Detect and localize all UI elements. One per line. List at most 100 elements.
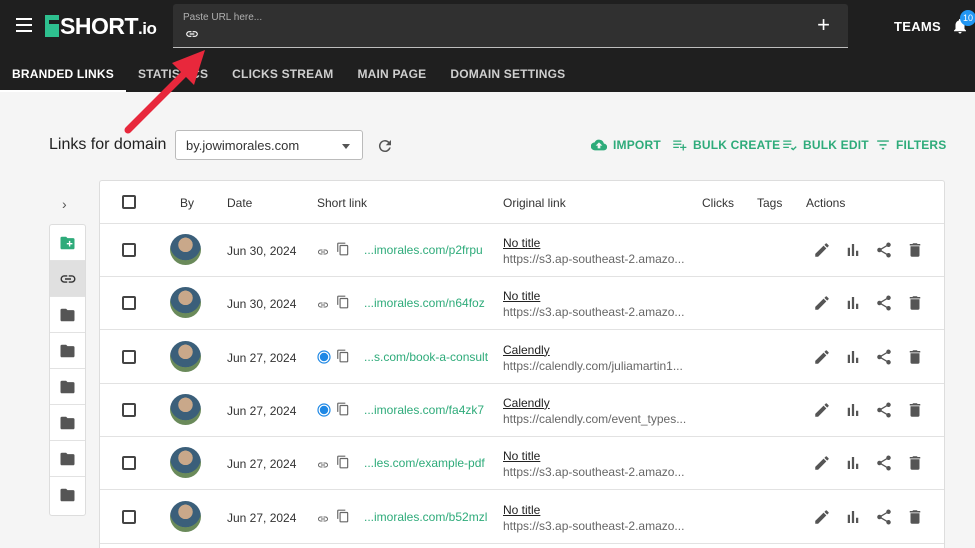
- refresh-icon[interactable]: [376, 137, 394, 155]
- edit-icon[interactable]: [813, 294, 831, 312]
- table-row[interactable]: Jun 30, 2024 ...imorales.com/p2frpu No tit…: [100, 224, 944, 277]
- folder-item[interactable]: [50, 477, 85, 513]
- top-bar: SHORT.io Paste URL here... + TEAMS 10 BR…: [0, 0, 975, 92]
- tab-main-page[interactable]: MAIN PAGE: [345, 56, 438, 92]
- row-actions: [813, 508, 924, 526]
- table-row[interactable]: Jun 27, 2024 ...les.com/example-pdf No tit…: [100, 437, 944, 491]
- bulk-create-button[interactable]: BULK CREATE: [672, 138, 780, 152]
- short-link[interactable]: ...imorales.com/b52mzl: [364, 510, 487, 524]
- share-icon[interactable]: [875, 241, 893, 259]
- row-checkbox[interactable]: [122, 349, 136, 364]
- row-date: Jun 27, 2024: [227, 510, 297, 525]
- short-link[interactable]: ...imorales.com/n64foz: [364, 296, 485, 310]
- edit-icon[interactable]: [813, 348, 831, 366]
- link-icon: [317, 510, 329, 528]
- row-checkbox[interactable]: [122, 296, 136, 311]
- url-input[interactable]: Paste URL here... +: [173, 4, 848, 48]
- import-button[interactable]: IMPORT: [591, 138, 661, 152]
- column-header-date[interactable]: Date: [227, 196, 252, 210]
- original-link-title[interactable]: Calendly: [503, 396, 550, 410]
- link-icon: [186, 31, 198, 37]
- tab-branded-links[interactable]: BRANDED LINKS: [0, 56, 126, 92]
- delete-icon[interactable]: [906, 294, 924, 312]
- delete-icon[interactable]: [906, 508, 924, 526]
- original-link-url: https://calendly.com/event_types...: [503, 411, 687, 426]
- table-row[interactable]: Jun 27, 2024 ...imorales.com/b52mzl No tit…: [100, 491, 944, 544]
- column-header-short-link: Short link: [317, 196, 368, 210]
- domain-select[interactable]: by.jowimorales.com: [175, 130, 363, 160]
- edit-icon[interactable]: [813, 401, 831, 419]
- tab-clicks-stream[interactable]: CLICKS STREAM: [220, 56, 345, 92]
- short-link[interactable]: ...les.com/example-pdf: [364, 456, 485, 470]
- menu-icon[interactable]: [16, 18, 32, 32]
- share-icon[interactable]: [875, 454, 893, 472]
- copy-icon[interactable]: [336, 401, 350, 422]
- original-link-title[interactable]: No title: [503, 449, 540, 463]
- original-link-url: https://s3.ap-southeast-2.amazo...: [503, 252, 685, 266]
- share-icon[interactable]: [875, 348, 893, 366]
- delete-icon[interactable]: [906, 454, 924, 472]
- folder-item[interactable]: [50, 333, 85, 369]
- table-row[interactable]: Jun 27, 2024 ...imorales.com/fa4zk7 Calend…: [100, 384, 944, 437]
- row-date: Jun 30, 2024: [227, 244, 297, 258]
- row-checkbox[interactable]: [122, 509, 136, 524]
- stats-icon[interactable]: [844, 508, 862, 526]
- share-icon[interactable]: [875, 401, 893, 419]
- short-link[interactable]: ...s.com/book-a-consult: [364, 350, 488, 364]
- tab-statistics[interactable]: STATISTICS: [126, 56, 220, 92]
- copy-icon[interactable]: [336, 454, 350, 475]
- original-link-title[interactable]: Calendly: [503, 343, 550, 357]
- folder-item[interactable]: [50, 297, 85, 333]
- stats-icon[interactable]: [844, 348, 862, 366]
- add-link-button[interactable]: +: [817, 14, 830, 36]
- avatar: [170, 287, 201, 319]
- table-row[interactable]: Jun 27, 2024 ...s.com/book-a-consult Calen…: [100, 331, 944, 384]
- share-icon[interactable]: [875, 508, 893, 526]
- new-folder-button[interactable]: [50, 225, 85, 261]
- copy-icon[interactable]: [336, 508, 350, 529]
- original-link-title[interactable]: No title: [503, 503, 540, 517]
- logo[interactable]: SHORT.io: [45, 13, 157, 39]
- stats-icon[interactable]: [844, 294, 862, 312]
- all-links-folder[interactable]: [50, 261, 85, 297]
- row-actions: [813, 294, 924, 312]
- copy-icon[interactable]: [336, 241, 350, 262]
- row-checkbox[interactable]: [122, 456, 136, 471]
- folder-item[interactable]: [50, 441, 85, 477]
- folder-icon: [60, 380, 75, 393]
- expand-sidebar-button[interactable]: ›: [62, 196, 67, 212]
- filters-button[interactable]: FILTERS: [876, 138, 947, 152]
- delete-icon[interactable]: [906, 401, 924, 419]
- table-row[interactable]: Jun 30, 2024 ...imorales.com/n64foz No tit…: [100, 277, 944, 331]
- stats-icon[interactable]: [844, 401, 862, 419]
- copy-icon[interactable]: [336, 348, 350, 369]
- url-input-placeholder: Paste URL here...: [183, 12, 263, 23]
- logo-suffix: .io: [138, 18, 157, 38]
- copy-icon[interactable]: [336, 294, 350, 315]
- original-link-title[interactable]: No title: [503, 236, 540, 250]
- notification-badge: 10: [960, 10, 975, 26]
- row-checkbox[interactable]: [122, 402, 136, 417]
- edit-icon[interactable]: [813, 508, 831, 526]
- column-header-clicks[interactable]: Clicks: [702, 196, 734, 210]
- short-link[interactable]: ...imorales.com/fa4zk7: [364, 403, 484, 417]
- edit-icon[interactable]: [813, 241, 831, 259]
- folder-item[interactable]: [50, 405, 85, 441]
- stats-icon[interactable]: [844, 454, 862, 472]
- avatar: [170, 500, 201, 532]
- link-icon: [60, 274, 75, 283]
- edit-icon[interactable]: [813, 454, 831, 472]
- row-checkbox[interactable]: [122, 243, 136, 257]
- bulk-edit-button[interactable]: BULK EDIT: [782, 138, 869, 152]
- stats-icon[interactable]: [844, 241, 862, 259]
- share-icon[interactable]: [875, 294, 893, 312]
- folder-item[interactable]: [50, 369, 85, 405]
- tab-domain-settings[interactable]: DOMAIN SETTINGS: [438, 56, 577, 92]
- delete-icon[interactable]: [906, 241, 924, 259]
- delete-icon[interactable]: [906, 348, 924, 366]
- original-link-url: https://s3.ap-southeast-2.amazo...: [503, 305, 685, 320]
- teams-button[interactable]: TEAMS: [894, 19, 941, 34]
- select-all-checkbox[interactable]: [122, 195, 136, 209]
- short-link[interactable]: ...imorales.com/p2frpu: [364, 243, 483, 257]
- original-link-title[interactable]: No title: [503, 289, 540, 303]
